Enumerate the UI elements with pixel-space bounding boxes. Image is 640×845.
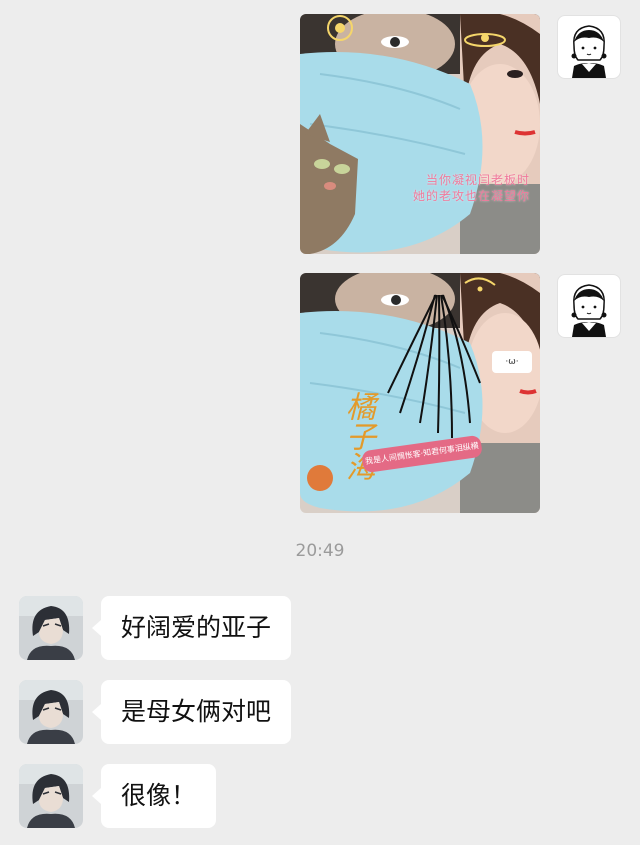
self-avatar[interactable] — [557, 15, 621, 79]
received-message-1[interactable]: 好阔爱的亚子 — [91, 596, 292, 660]
girl-avatar-icon — [571, 284, 607, 337]
anime-boy-avatar-icon — [19, 680, 83, 744]
photo-caption: 当你凝视闫老板时 她的老攻也在凝望你 — [360, 172, 530, 204]
received-message-3[interactable]: 很像！ — [91, 764, 217, 828]
anime-boy-avatar-icon — [19, 764, 83, 828]
signature-sticker: 橘子海 — [340, 391, 375, 481]
anime-boy-avatar-icon — [19, 596, 83, 660]
face-sticker: ·ω· — [492, 351, 532, 373]
girl-avatar-icon — [571, 25, 607, 78]
sent-photo-1[interactable]: 当你凝视闫老板时 她的老攻也在凝望你 — [300, 14, 540, 254]
caption-line-2: 她的老攻也在凝望你 — [412, 189, 530, 203]
caption-line-1: 当你凝视闫老板时 — [425, 173, 530, 187]
self-avatar[interactable] — [557, 274, 621, 338]
received-message-2[interactable]: 是母女俩对吧 — [91, 680, 292, 744]
contact-avatar[interactable] — [19, 764, 83, 828]
selfie-image — [300, 14, 540, 254]
sent-photo-2[interactable]: 橘子海 我是人间惆怅客·知君何事泪纵横 ·ω· — [300, 273, 540, 513]
contact-avatar[interactable] — [19, 596, 83, 660]
contact-avatar[interactable] — [19, 680, 83, 744]
message-timestamp: 20:49 — [295, 541, 345, 561]
